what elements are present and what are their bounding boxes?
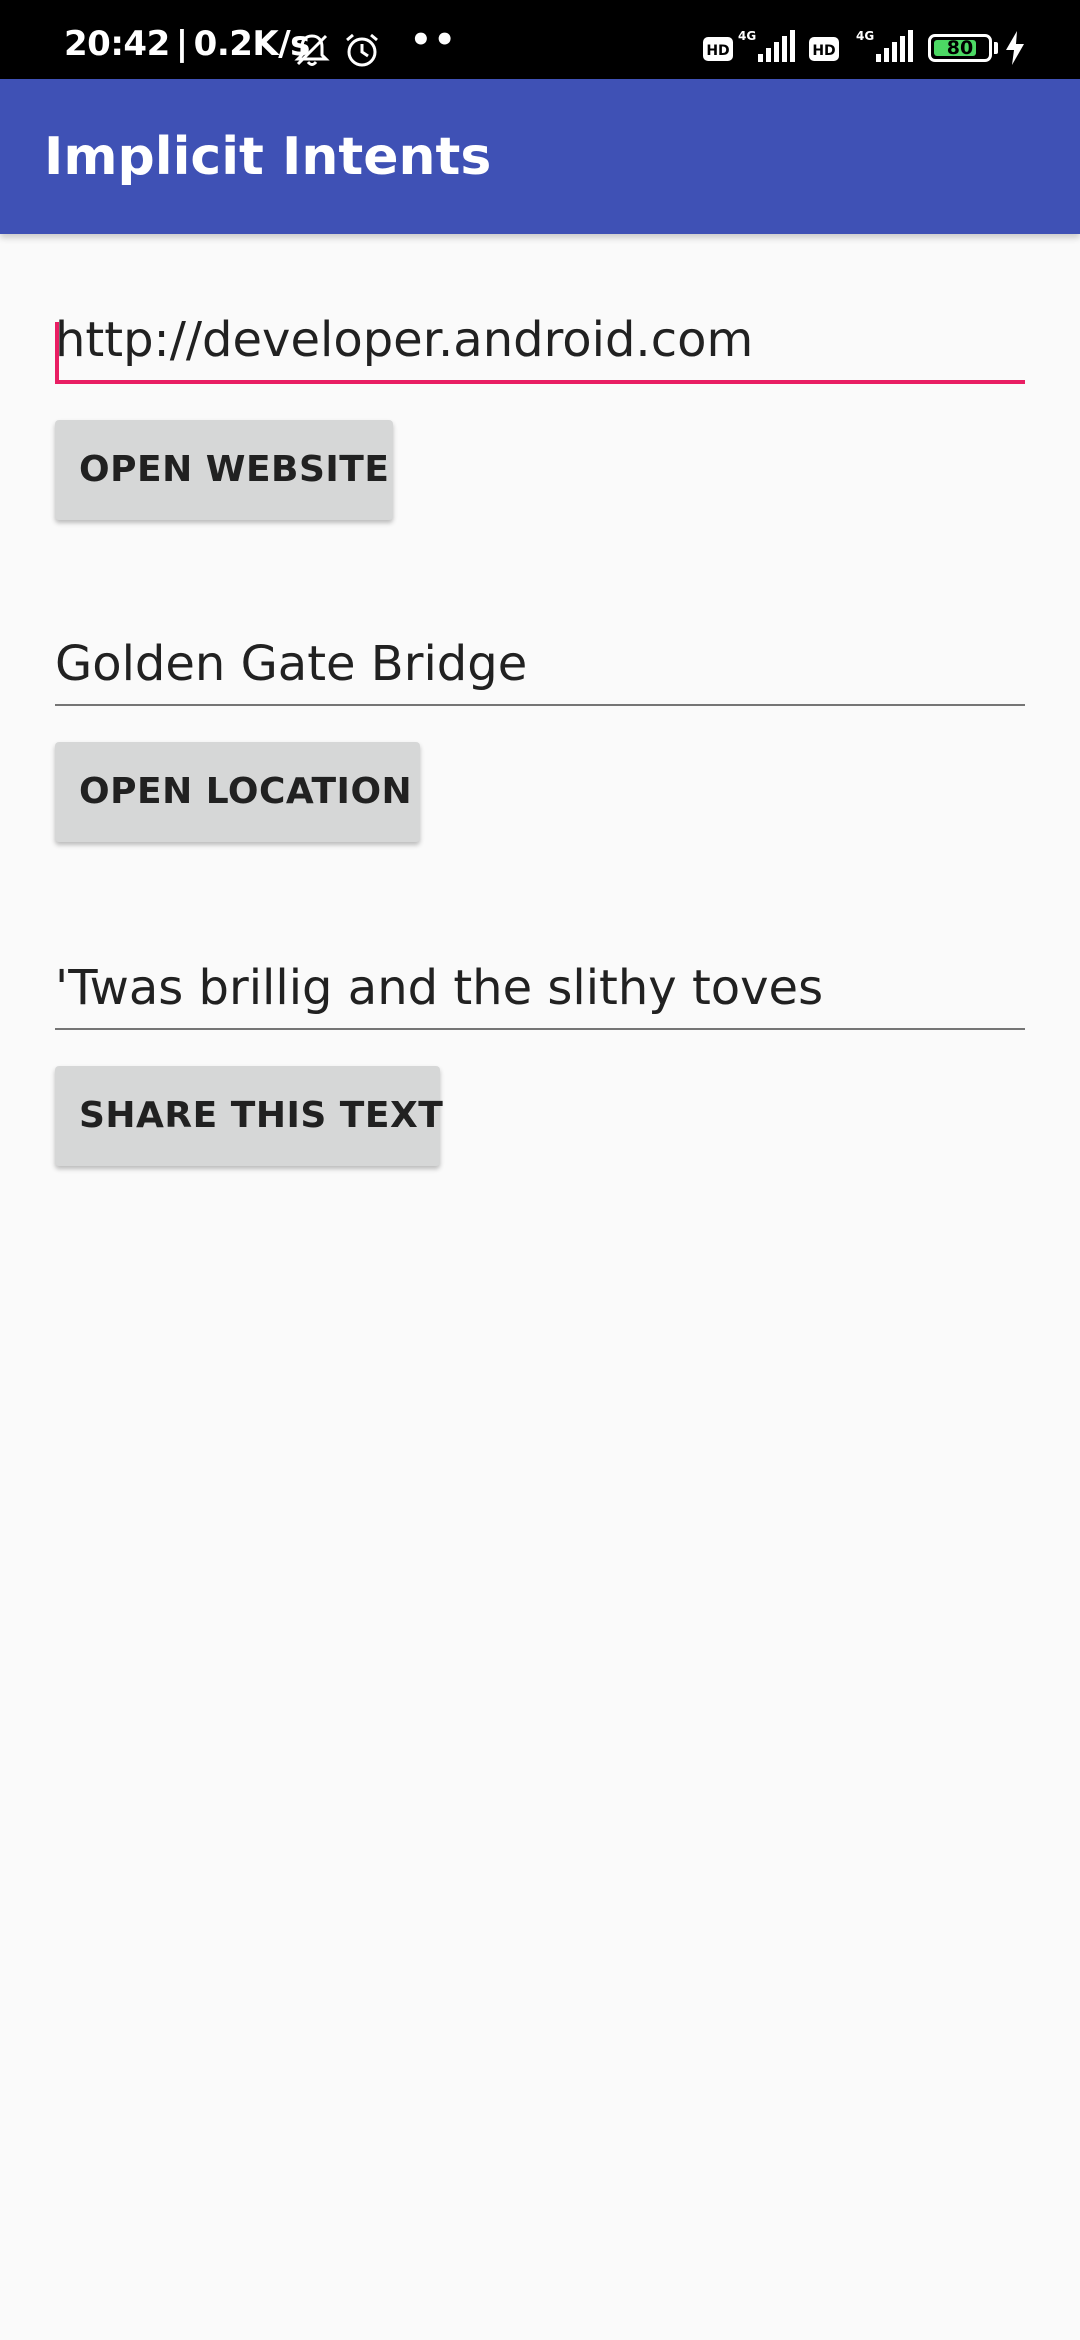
svg-text:HD: HD: [812, 43, 835, 59]
share-text-input[interactable]: 'Twas brillig and the slithy toves: [55, 960, 1025, 1030]
notifications-muted-icon: [294, 34, 330, 66]
hd-icon: HD: [703, 37, 733, 61]
hd-icon: HD: [809, 37, 839, 61]
status-time-group: 20:42 | 0.2K/s: [64, 24, 310, 64]
location-input-text: Golden Gate Bridge: [55, 636, 528, 692]
signal-4g-icon: 4G: [856, 29, 913, 62]
svg-text:4G: 4G: [738, 29, 756, 43]
charging-icon: [1006, 31, 1024, 65]
battery-level: 80: [946, 37, 974, 59]
location-input[interactable]: Golden Gate Bridge: [55, 636, 1025, 706]
svg-text:4G: 4G: [856, 29, 874, 43]
website-input-text: http://developer.android.com: [55, 312, 754, 368]
battery-icon: 80: [928, 34, 992, 62]
app-bar: Implicit Intents: [0, 79, 1080, 234]
status-time: 20:42: [64, 24, 170, 64]
open-location-button[interactable]: OPEN LOCATION: [55, 742, 420, 842]
website-input[interactable]: http://developer.android.com: [55, 312, 1025, 384]
app-title: Implicit Intents: [44, 127, 492, 187]
signal-4g-icon: 4G: [738, 29, 795, 62]
share-text-input-text: 'Twas brillig and the slithy toves: [55, 960, 824, 1016]
status-bar: 20:42 | 0.2K/s •• HD 4G HD 4G 80: [0, 0, 1080, 79]
svg-text:HD: HD: [706, 43, 729, 59]
battery-tip: [994, 42, 998, 54]
more-notifications-dots: ••: [410, 20, 458, 60]
status-separator: |: [175, 24, 188, 64]
share-text-button[interactable]: SHARE THIS TEXT: [55, 1066, 443, 1166]
alarm-icon: [346, 33, 378, 67]
open-website-button[interactable]: OPEN WEBSITE: [55, 420, 393, 520]
